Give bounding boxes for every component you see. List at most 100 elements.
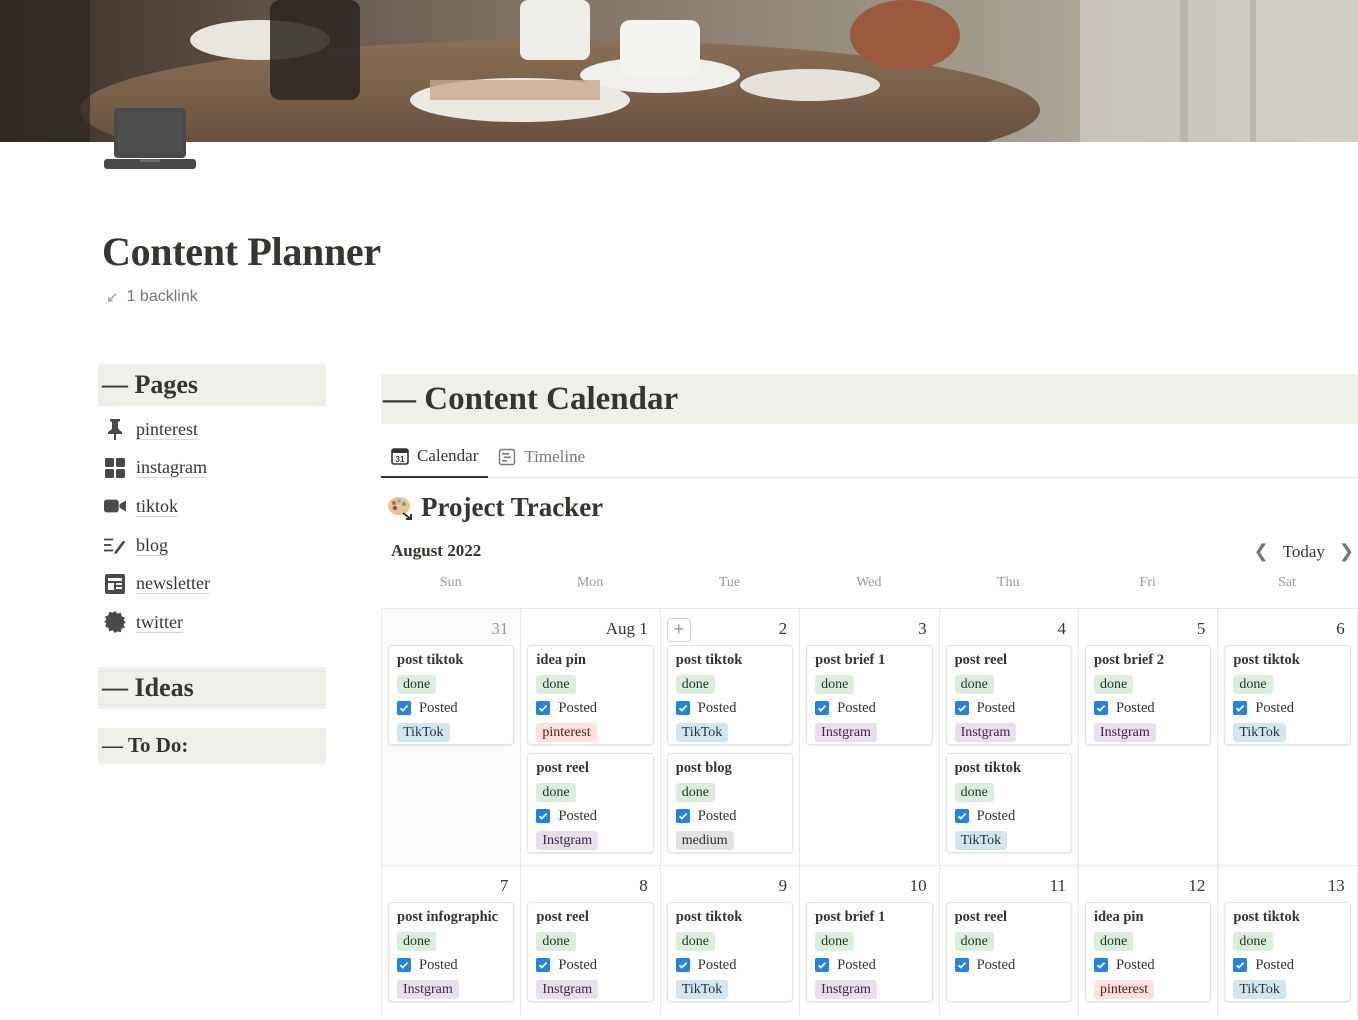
checkbox-label: Posted (419, 699, 458, 716)
platform-tag: TikTok (1233, 979, 1286, 999)
card-title: post reel (536, 760, 589, 776)
calendar-card[interactable]: post brief 1 done Posted Instgram (806, 645, 933, 745)
arrow-down-left-icon: ↙ (106, 289, 119, 306)
add-entry-button[interactable]: + (666, 618, 691, 642)
page-link-label: tiktok (136, 495, 179, 517)
chevron-right-icon[interactable]: ❯ (1339, 541, 1354, 562)
calendar-card[interactable]: post tiktok done Posted TikTok (945, 753, 1072, 853)
pushpin-icon (104, 418, 126, 441)
checkbox-label: Posted (837, 956, 876, 973)
calendar-nav: ❮ Today ❯ (1254, 541, 1354, 562)
calendar-card[interactable]: idea pin done Posted pinterest (1084, 902, 1212, 1002)
page-link-instagram[interactable]: instagram (98, 449, 326, 488)
posted-checkbox[interactable]: Posted (397, 957, 458, 974)
posted-checkbox[interactable]: Posted (1233, 700, 1294, 717)
page-link-tiktok[interactable]: tiktok (98, 487, 326, 526)
calendar-day-cell[interactable]: 31 post tiktok done Posted TikTok (382, 609, 522, 866)
calendar-card[interactable]: post tiktok done Posted TikTok (388, 645, 515, 745)
day-number: 9 (778, 876, 788, 895)
day-number: 3 (918, 619, 927, 638)
checkbox-label: Posted (1115, 956, 1155, 973)
calendar-day-cell[interactable]: 3 post brief 1 done Posted Instgram (800, 609, 940, 866)
checkbox-label: Posted (697, 807, 737, 824)
posted-checkbox[interactable]: Posted (1093, 700, 1155, 717)
calendar-card[interactable]: idea pin done Posted pinterest (527, 645, 654, 745)
calendar-icon: 31 (391, 447, 409, 465)
posted-checkbox[interactable]: Posted (954, 700, 1015, 717)
platform-tag: Instgram (1093, 722, 1156, 742)
today-button[interactable]: Today (1283, 542, 1325, 562)
status-badge: done (1093, 674, 1134, 694)
calendar-day-cell[interactable]: 7 post infographic done Posted Instgram (382, 866, 522, 1020)
platform-tag: TikTok (1233, 722, 1286, 742)
checkbox-checked-icon (815, 958, 830, 972)
calendar-card[interactable]: post reel done Posted Instgram (527, 753, 654, 853)
calendar-card[interactable]: post infographic done Posted Instgram (388, 902, 515, 1002)
posted-checkbox[interactable]: Posted (815, 957, 876, 974)
page-link-blog[interactable]: blog (98, 526, 326, 565)
calendar-card[interactable]: post brief 2 done Posted Instgram (1084, 645, 1212, 745)
calendar-card[interactable]: post reel done Posted Instgram (945, 645, 1072, 745)
calendar-card[interactable]: post blog done Posted medium (666, 753, 794, 853)
calendar-day-cell[interactable]: 10 post brief 1 done Posted Instgram (800, 866, 940, 1020)
chevron-left-icon[interactable]: ❮ (1254, 541, 1269, 562)
pages-heading: — Pages (98, 364, 326, 406)
posted-checkbox[interactable]: Posted (954, 808, 1015, 825)
timeline-icon (498, 448, 516, 466)
tab-calendar[interactable]: 31 Calendar (381, 436, 489, 478)
posted-checkbox[interactable]: Posted (1233, 957, 1294, 974)
calendar-day-cell[interactable]: 8 post reel done Posted Instgram (521, 866, 661, 1020)
status-badge: done (536, 782, 576, 802)
posted-checkbox[interactable]: Posted (1093, 956, 1155, 974)
calendar-day-cell[interactable]: 12 idea pin done Posted pinterest (1079, 866, 1219, 1020)
calendar-day-cell[interactable]: 6 post tiktok done Posted TikTok (1218, 609, 1358, 866)
calendar-card[interactable]: post reel done Posted Instgram (527, 902, 654, 1002)
pages-list: pinterest instagram tiktok blog newslett… (98, 410, 326, 642)
calendar-card[interactable]: post tiktok done Posted TikTok (666, 902, 794, 1002)
tab-timeline[interactable]: Timeline (488, 436, 595, 478)
posted-checkbox[interactable]: Posted (815, 700, 876, 717)
posted-checkbox[interactable]: Posted (397, 700, 458, 717)
backlink-link[interactable]: ↙ 1 backlink (106, 288, 198, 306)
calendar-day-cell[interactable]: 11 post reel done Posted (940, 866, 1079, 1020)
posted-checkbox[interactable]: Posted (536, 957, 597, 974)
calendar-card[interactable]: post brief 1 done Posted Instgram (806, 902, 933, 1002)
page-link-pinterest[interactable]: pinterest (98, 410, 326, 449)
newspaper-icon (104, 573, 126, 595)
posted-checkbox[interactable]: Posted (675, 957, 736, 974)
calendar-card[interactable]: post reel done Posted (945, 902, 1072, 1002)
calendar-card[interactable]: post tiktok done Posted TikTok (666, 645, 794, 745)
database-title[interactable]: Project Tracker (381, 492, 1358, 523)
posted-checkbox[interactable]: Posted (675, 807, 737, 825)
checkbox-checked-icon (536, 958, 551, 972)
status-badge: done (815, 931, 855, 951)
weekday-label: Wed (856, 575, 882, 590)
calendar-day-cell[interactable]: 5 post brief 2 done Posted Instgram (1078, 609, 1219, 866)
posted-checkbox[interactable]: Posted (675, 700, 736, 717)
calendar-day-cell[interactable]: 9 post tiktok done Posted TikTok (661, 866, 801, 1020)
page-link-twitter[interactable]: twitter (98, 603, 326, 642)
posted-checkbox[interactable]: Posted (536, 700, 597, 717)
card-title: post tiktok (675, 652, 743, 668)
platform-tag: Instgram (536, 979, 599, 999)
page-link-newsletter[interactable]: newsletter (98, 564, 326, 603)
checkbox-checked-icon (397, 701, 411, 715)
page-link-label: twitter (136, 611, 183, 633)
platform-tag: Instgram (815, 979, 877, 999)
card-title: post reel (954, 652, 1008, 668)
checkbox-label: Posted (558, 807, 598, 824)
posted-checkbox[interactable]: Posted (954, 957, 1015, 974)
platform-tag: Instgram (815, 722, 877, 742)
checkbox-checked-icon (397, 958, 411, 972)
card-title: post blog (675, 760, 732, 776)
calendar-day-cell[interactable]: Aug 1 idea pin done Posted pinterest pos… (521, 609, 661, 866)
posted-checkbox[interactable]: Posted (536, 808, 597, 825)
calendar-day-cell[interactable]: +2 post tiktok done Posted TikTok post b… (660, 609, 801, 866)
calendar-card[interactable]: post tiktok done Posted TikTok (1224, 645, 1351, 745)
calendar-day-cell[interactable]: 4 post reel done Posted Instgram post ti… (939, 609, 1079, 866)
card-title: post tiktok (675, 909, 743, 925)
calendar-day-cell[interactable]: 13 post tiktok done Posted TikTok (1218, 866, 1358, 1020)
tab-label: Calendar (417, 446, 479, 465)
calendar-card[interactable]: post tiktok done Posted TikTok (1224, 902, 1351, 1002)
day-number: 10 (909, 876, 927, 895)
